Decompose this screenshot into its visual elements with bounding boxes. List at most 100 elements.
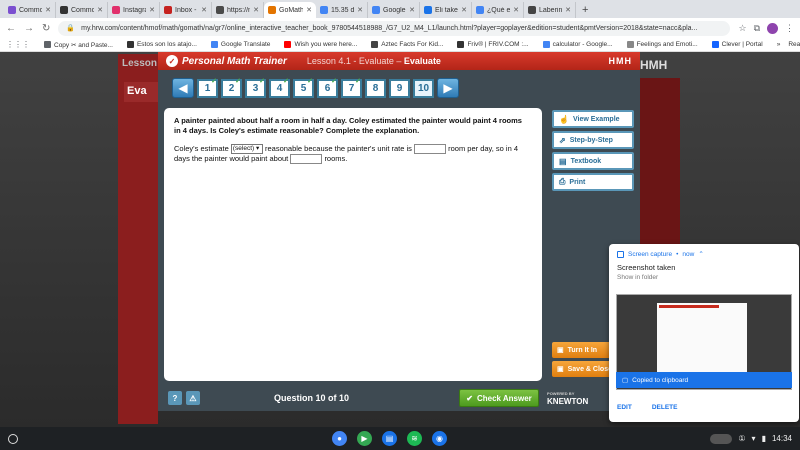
show-in-folder-link[interactable]: Show in folder	[609, 272, 799, 281]
bookmark-item[interactable]: calculator - Google...	[542, 41, 613, 48]
bookmark-item[interactable]: Clever | Portal	[711, 41, 763, 48]
background-eval-label: Eva	[124, 82, 158, 102]
prev-question-button[interactable]: ◀	[172, 78, 194, 98]
forward-icon[interactable]: →	[24, 23, 34, 34]
unit-rate-input[interactable]	[414, 144, 447, 155]
checkmark-icon: ✓	[355, 77, 361, 85]
answer-part1: Coley's estimate	[174, 144, 229, 153]
bookmark-favicon-icon	[542, 41, 550, 48]
question-number-button[interactable]: 7 ✓	[341, 77, 362, 98]
profile-avatar[interactable]	[767, 22, 778, 34]
question-number-button[interactable]: 2 ✓	[221, 78, 242, 98]
bookmark-item[interactable]: Friv® | FRIV.COM :...	[457, 41, 529, 48]
question-number-button[interactable]: 8	[365, 78, 386, 98]
browser-tab[interactable]: Laberintu✕	[524, 2, 576, 18]
browser-tab[interactable]: ¿Qué es✕	[472, 2, 524, 18]
menu-icon[interactable]: ⋮	[785, 23, 794, 34]
browser-tab[interactable]: Google T✕	[368, 2, 420, 18]
lock-icon: 🔒	[66, 25, 76, 32]
bookmark-favicon-icon	[371, 41, 379, 48]
chrome-icon[interactable]: ●	[332, 431, 347, 446]
textbook-button[interactable]: ▤ Textbook	[552, 152, 634, 170]
browser-tab[interactable]: Commons✕	[56, 2, 108, 18]
pmt-logo-icon: ✓	[166, 55, 178, 67]
warning-button[interactable]: ⚠	[186, 391, 200, 405]
bookmark-favicon-icon	[711, 41, 719, 48]
extensions-icon[interactable]: ⧉	[754, 23, 760, 34]
rooms-input[interactable]	[290, 154, 323, 165]
browser-tab[interactable]: 15.35 dia✕	[316, 2, 368, 18]
browser-tab[interactable]: https://m✕	[212, 2, 264, 18]
question-text: A painter painted about half a room in h…	[174, 116, 522, 135]
tray-thumbnail[interactable]	[710, 433, 733, 444]
close-icon[interactable]: ✕	[357, 6, 363, 14]
camera-icon[interactable]: ◉	[432, 431, 447, 446]
close-icon[interactable]: ✕	[201, 6, 207, 14]
chevron-up-icon[interactable]: ⌃	[698, 250, 703, 258]
browser-tab[interactable]: Eli takes✕	[420, 2, 472, 18]
close-icon[interactable]: ✕	[253, 6, 259, 14]
question-number-button[interactable]: 5 ✓	[293, 78, 314, 98]
bookmarks-bar: ⋮⋮⋮ Copy ✂ and Paste... Estos son los ata…	[0, 38, 800, 52]
check-answer-button[interactable]: ✔ Check Answer	[459, 389, 540, 407]
close-icon[interactable]: ✕	[513, 6, 519, 14]
step-by-step-button[interactable]: ⇗ Step-by-Step	[552, 131, 634, 149]
browser-tab[interactable]: GoMath!✕	[264, 2, 316, 18]
steps-icon: ⇗	[559, 135, 566, 145]
estimate-select[interactable]: (select) ▾	[230, 144, 263, 155]
help-buttons: ☝ View Example ⇗ Step-by-Step ▤ Textbook ⎙ P…	[552, 110, 634, 191]
notification-count-icon[interactable]: ①	[738, 434, 745, 443]
address-bar[interactable]: 🔒 my.hrw.com/content/hmof/math/gomath/na…	[58, 20, 731, 36]
question-number-button[interactable]: 10	[413, 78, 434, 98]
url-text: my.hrw.com/content/hmof/math/gomath/na/g…	[81, 24, 698, 32]
question-nav: ◀ 1 ✓ 2 ✓ 3 ✓ 4 ✓ 5 ✓ 6 ✓ 7 ✓ 8 9 10 ▶	[172, 78, 459, 98]
bookmark-item[interactable]: Wish you were here...	[284, 41, 357, 48]
close-icon[interactable]: ✕	[97, 6, 103, 14]
delete-button[interactable]: DELETE	[652, 404, 678, 411]
play-store-icon[interactable]: ▶	[357, 431, 372, 446]
question-number-button[interactable]: 1 ✓	[197, 78, 218, 98]
bookmark-item[interactable]: Estos son los atajo...	[126, 41, 197, 48]
tab-favicon-icon	[476, 6, 484, 14]
close-icon[interactable]: ✕	[565, 6, 571, 14]
background-panel-left	[118, 54, 158, 424]
bookmark-item[interactable]: Google Translate	[210, 41, 270, 48]
reading-list-button[interactable]: Reading list	[788, 41, 800, 48]
spotify-icon[interactable]: ≋	[407, 431, 422, 446]
bookmark-item[interactable]: Aztec Facts For Kid...	[371, 41, 443, 48]
close-icon[interactable]: ✕	[461, 6, 467, 14]
question-number-button[interactable]: 6 ✓	[317, 78, 338, 98]
edit-button[interactable]: EDIT	[617, 404, 632, 411]
more-bookmarks-icon[interactable]: »	[777, 41, 781, 48]
personal-math-trainer-window: ✓ Personal Math Trainer Lesson 4.1 - Eva…	[158, 52, 642, 411]
launcher-icon[interactable]	[8, 433, 18, 444]
question-number-button[interactable]: 3 ✓	[245, 78, 266, 98]
screen-capture-notification: Screen capture • now ⌃ Screenshot taken …	[609, 244, 799, 422]
files-icon[interactable]: ▤	[382, 431, 397, 446]
close-icon[interactable]: ✕	[149, 6, 155, 14]
apps-grid-icon[interactable]: ⋮⋮⋮	[6, 40, 30, 49]
browser-tab[interactable]: Commons✕	[4, 2, 56, 18]
new-tab-icon[interactable]: +	[576, 2, 594, 18]
check-icon: ✔	[466, 393, 473, 403]
back-icon[interactable]: ←	[6, 23, 16, 34]
next-question-button[interactable]: ▶	[437, 78, 459, 98]
browser-tab[interactable]: Inbox - n✕	[160, 2, 212, 18]
reload-icon[interactable]: ↻	[42, 23, 50, 34]
question-number-button[interactable]: 9	[389, 78, 410, 98]
close-icon[interactable]: ✕	[409, 6, 415, 14]
bookmark-item[interactable]: Copy ✂ and Paste...	[44, 41, 113, 49]
close-icon[interactable]: ✕	[45, 6, 51, 14]
view-example-button[interactable]: ☝ View Example	[552, 110, 634, 128]
close-icon[interactable]: ✕	[306, 6, 312, 14]
clock[interactable]: 14:34	[772, 434, 792, 443]
bookmark-item[interactable]: Feelings and Emoti...	[626, 41, 698, 48]
browser-tab[interactable]: Instagram✕	[108, 2, 160, 18]
print-button[interactable]: ⎙ Print	[552, 173, 634, 191]
tab-favicon-icon	[424, 6, 432, 14]
help-button[interactable]: ?	[168, 391, 182, 405]
star-icon[interactable]: ☆	[738, 23, 746, 34]
tab-favicon-icon	[60, 6, 68, 14]
copied-banner: ▢ Copied to clipboard	[616, 372, 792, 388]
question-number-button[interactable]: 4 ✓	[269, 78, 290, 98]
